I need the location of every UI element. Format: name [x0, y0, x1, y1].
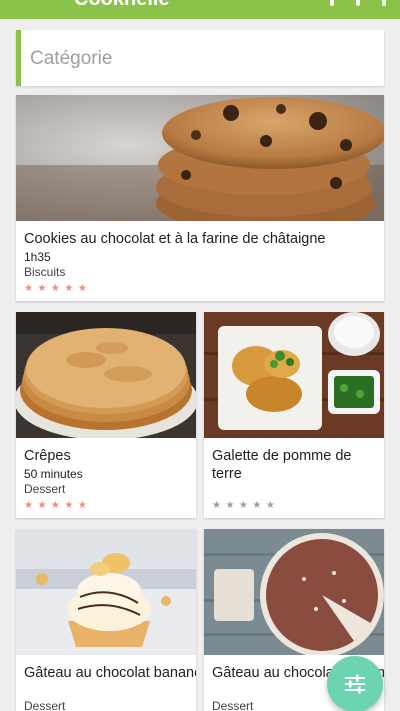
cupcake-photo	[16, 529, 196, 655]
app-bar-actions	[330, 0, 386, 6]
sort-icon[interactable]	[356, 0, 360, 6]
recipe-time: 1h35	[24, 250, 51, 264]
rating-stars: ★★★★★	[24, 500, 92, 511]
rating-stars: ★★★★★	[24, 283, 92, 294]
chocolate-cake-photo	[204, 529, 384, 655]
cookies-photo	[16, 95, 384, 221]
filter-sliders-icon	[345, 674, 365, 694]
rating-stars: ★★★★★	[212, 500, 280, 511]
app-bar: Cookhelle	[0, 0, 400, 19]
recipe-category: Dessert	[212, 699, 254, 711]
recipe-card-crepes[interactable]: Crêpes 50 minutes Dessert ★★★★★	[16, 312, 196, 518]
recipe-title: Crêpes	[24, 448, 71, 464]
app-title: Cookhelle	[74, 0, 170, 11]
search-icon[interactable]	[330, 0, 334, 6]
category-placeholder: Catégorie	[30, 48, 113, 69]
recipe-category: Dessert	[24, 699, 66, 711]
filter-fab-button[interactable]	[327, 656, 383, 711]
recipe-time: 50 minutes	[24, 467, 83, 481]
recipe-card-gateau-banane[interactable]: Gâteau au chocolat banane avec glaçage à…	[16, 529, 196, 711]
more-icon[interactable]	[382, 0, 386, 6]
galette-photo	[204, 312, 384, 438]
recipe-title: Gâteau au chocolat banane avec glaçage à…	[24, 665, 196, 681]
category-field[interactable]: Catégorie	[16, 30, 384, 86]
recipe-category: Dessert	[24, 482, 66, 496]
recipe-card-galette[interactable]: Galette de pomme de terre ★★★★★	[204, 312, 384, 518]
recipe-title: Cookies au chocolat et à la farine de ch…	[24, 231, 326, 247]
recipe-category: Biscuits	[24, 265, 66, 279]
recipe-card-cookies[interactable]: Cookies au chocolat et à la farine de ch…	[16, 95, 384, 301]
recipe-title: Galette de pomme de terre	[212, 448, 352, 482]
crepes-photo	[16, 312, 196, 438]
